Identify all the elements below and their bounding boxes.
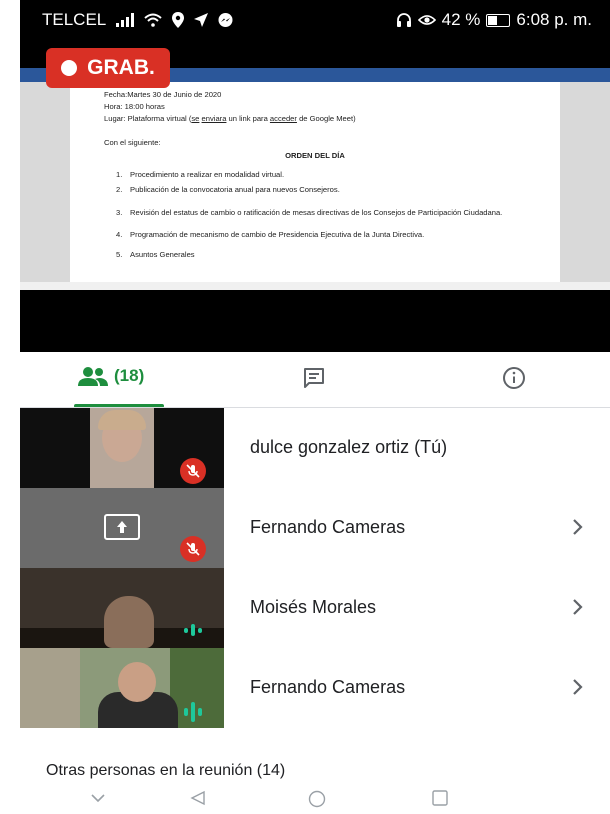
carrier-label: TELCEL — [42, 10, 107, 29]
participant-video — [20, 568, 224, 648]
participant-row[interactable]: dulce gonzalez ortiz (Tú) — [20, 408, 610, 488]
doc-place: Lugar: Plataforma virtual (se enviara un… — [104, 114, 356, 123]
mic-off-icon — [180, 458, 206, 484]
presenting-icon — [104, 514, 140, 540]
battery-percent: 42 % — [441, 10, 481, 29]
headset-icon — [396, 12, 411, 27]
participant-row[interactable]: Fernando Cameras — [20, 648, 610, 728]
document-page: Fecha:Martes 30 de Junio de 2020 Hora: 1… — [70, 82, 560, 282]
navigation-icon — [194, 13, 209, 27]
chevron-right-icon[interactable] — [572, 518, 584, 536]
people-count: (18) — [114, 366, 145, 385]
agenda-item: 1. Procedimiento a realizar en modalidad … — [116, 170, 285, 179]
participant-video — [20, 408, 224, 488]
participant-row[interactable]: Moisés Morales — [20, 568, 610, 648]
tab-chat[interactable] — [302, 366, 326, 390]
clock: 6:08 p. m. — [516, 10, 592, 29]
signal-icon — [116, 13, 135, 27]
people-icon — [78, 367, 108, 386]
other-participants-label: Otras personas en la reunión (14) — [46, 762, 286, 779]
participant-video — [20, 648, 224, 728]
participant-row[interactable]: Fernando Cameras — [20, 488, 610, 568]
tab-people[interactable]: (18) — [78, 366, 144, 386]
nav-down-icon[interactable] — [90, 792, 106, 804]
chat-icon — [304, 368, 324, 388]
doc-intro: Con el siguiente: — [104, 138, 161, 147]
participant-name: dulce gonzalez ortiz (Tú) — [250, 437, 448, 457]
agenda-item: 5. Asuntos Generales — [116, 250, 195, 259]
info-icon — [503, 367, 525, 389]
record-dot-icon — [61, 60, 78, 76]
participant-name: Fernando Cameras — [250, 677, 406, 697]
nav-recents-icon[interactable] — [432, 790, 448, 806]
word-status-bar — [20, 282, 610, 290]
system-navbar — [20, 790, 610, 814]
wifi-icon — [144, 13, 162, 27]
doc-time: Hora: 18:00 horas — [104, 102, 165, 111]
doc-title: ORDEN DEL DÍA — [285, 151, 345, 160]
tab-info[interactable] — [502, 366, 526, 390]
status-bar: TELCEL 42 % 6:08 p. m. — [20, 0, 610, 44]
messenger-icon — [218, 12, 233, 27]
agenda-item: 4. Programación de mecanismo de cambio de… — [116, 230, 425, 239]
shared-screen: Fecha:Martes 30 de Junio de 2020 Hora: 1… — [20, 68, 610, 290]
recording-label: GRAB. — [87, 56, 155, 79]
chevron-right-icon[interactable] — [572, 598, 584, 616]
speaking-indicator-icon — [184, 702, 202, 722]
document-area: Fecha:Martes 30 de Junio de 2020 Hora: 1… — [20, 82, 610, 282]
location-icon — [172, 12, 185, 28]
agenda-item: 2. Publicación de la convocatoria anual p… — [116, 185, 340, 194]
speaking-indicator-icon — [184, 624, 202, 636]
nav-home-icon[interactable] — [308, 790, 326, 808]
mic-off-icon — [180, 536, 206, 562]
chevron-right-icon[interactable] — [572, 678, 584, 696]
nav-back-icon[interactable] — [190, 790, 206, 806]
recording-badge: GRAB. — [46, 48, 170, 88]
meeting-tabs: (18) — [20, 352, 610, 408]
participant-name: Fernando Cameras — [250, 517, 406, 537]
participant-name: Moisés Morales — [250, 597, 377, 617]
battery-icon — [486, 13, 511, 27]
agenda-item: 3. Revisión del estatus de cambio o ratif… — [116, 208, 503, 217]
doc-date: Fecha:Martes 30 de Junio de 2020 — [104, 90, 222, 99]
participant-video — [20, 488, 224, 568]
eye-icon — [417, 15, 436, 25]
